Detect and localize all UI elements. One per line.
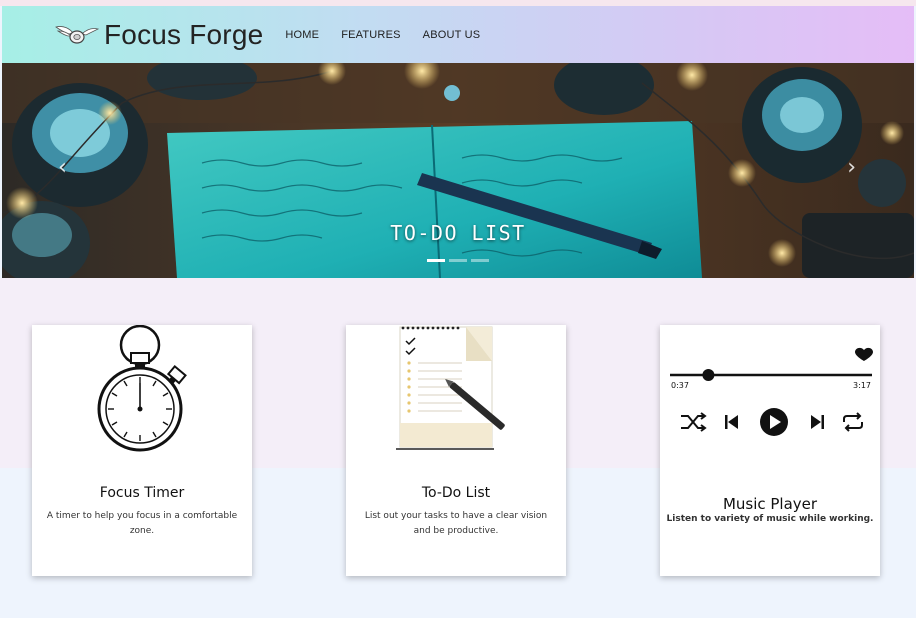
brand[interactable]: Focus Forge [54, 19, 263, 51]
repeat-icon [843, 412, 863, 432]
card-to-do-list[interactable]: To-Do List List out your tasks to have a… [346, 325, 566, 576]
card-description: List out your tasks to have a clear visi… [364, 511, 548, 536]
winged-disc-icon [55, 25, 100, 44]
card-music-player[interactable]: 0:37 3:17 Music Player Listen to variety… [660, 325, 880, 576]
card-title: Focus Timer [99, 485, 185, 501]
card-title: Music Player [722, 495, 818, 513]
shuffle-icon [681, 412, 707, 432]
carousel-indicator-3[interactable] [471, 259, 489, 262]
notepad-checklist-icon [396, 326, 505, 450]
duration-time: 3:17 [853, 381, 871, 390]
skip-previous-icon [725, 415, 738, 429]
brand-name: Focus Forge [104, 18, 264, 50]
navbar: Focus Forge HOME FEATURES ABOUT US [2, 6, 914, 63]
nav-links: HOME FEATURES ABOUT US [285, 29, 480, 41]
carousel-indicators [2, 259, 914, 262]
heart-icon [855, 347, 873, 361]
progress-knob [702, 369, 715, 381]
card-description: Listen to variety of music while working… [666, 514, 874, 524]
hero-caption: TO-DO LIST [390, 221, 526, 245]
nav-home[interactable]: HOME [285, 29, 319, 41]
music-player-icon: 0:37 3:17 [660, 325, 880, 465]
skip-next-icon [811, 415, 824, 429]
play-icon [760, 408, 788, 436]
carousel-indicator-2[interactable] [449, 259, 467, 262]
chevron-left-icon[interactable]: ‹ [58, 157, 67, 179]
carousel-indicator-1[interactable] [427, 259, 445, 262]
chevron-right-icon[interactable]: › [847, 157, 856, 179]
card-focus-timer[interactable]: Focus Timer A timer to help you focus in… [32, 325, 252, 576]
elapsed-time: 0:37 [671, 381, 689, 390]
card-description: A timer to help you focus in a comfortab… [46, 511, 238, 536]
hero-image [2, 63, 914, 278]
stopwatch-icon [97, 325, 187, 452]
nav-about-us[interactable]: ABOUT US [423, 29, 481, 41]
nav-features[interactable]: FEATURES [341, 29, 400, 41]
card-title: To-Do List [421, 485, 491, 501]
hero-carousel: ‹ › TO-DO LIST [2, 63, 914, 278]
